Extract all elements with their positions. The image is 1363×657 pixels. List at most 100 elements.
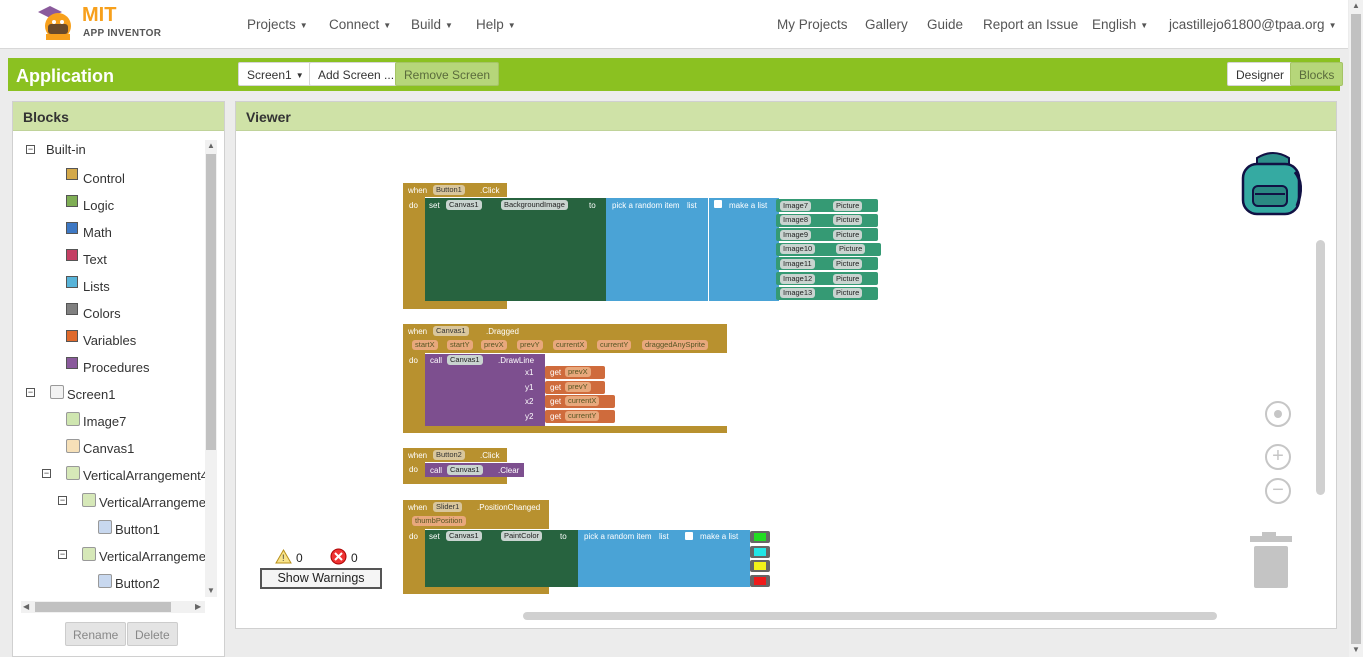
image-component-slot[interactable]: Image13: [780, 288, 816, 299]
nav-guide[interactable]: Guide: [927, 17, 963, 32]
nav-report-issue[interactable]: Report an Issue: [983, 17, 1078, 32]
image-property-slot[interactable]: Picture: [833, 229, 863, 240]
tree-button1[interactable]: Button1: [115, 522, 160, 537]
tree-category-lists[interactable]: Lists: [83, 279, 110, 294]
screen-select-dropdown[interactable]: Screen1 ▼: [238, 62, 313, 86]
image-component-slot[interactable]: Image12: [780, 273, 816, 284]
tree-category-logic[interactable]: Logic: [83, 198, 114, 213]
trash-icon[interactable]: [1248, 532, 1294, 590]
call-target-slot[interactable]: Canvas1: [447, 465, 483, 475]
param-slot[interactable]: currentY: [597, 340, 632, 350]
set-target-slot[interactable]: Canvas1: [446, 531, 482, 541]
scroll-down-icon[interactable]: ▼: [207, 586, 215, 595]
tree-image7[interactable]: Image7: [83, 414, 126, 429]
tree-scrollbar-thumb[interactable]: [206, 154, 216, 450]
collapse-icon[interactable]: −: [58, 496, 67, 505]
image-component-slot[interactable]: Image10: [780, 244, 816, 255]
tree-verticalarrangement-b[interactable]: VerticalArrangemen: [99, 549, 206, 564]
nav-gallery[interactable]: Gallery: [865, 17, 908, 32]
nav-build[interactable]: Build ▼: [411, 17, 453, 32]
blocks-workspace[interactable]: when Button1 .Click do set Canvas1 Backg…: [242, 138, 1330, 623]
blocks-button[interactable]: Blocks: [1290, 62, 1344, 86]
gear-icon[interactable]: [685, 532, 693, 540]
collapse-icon[interactable]: −: [26, 145, 35, 154]
zoom-out-icon[interactable]: −: [1265, 478, 1291, 504]
set-block[interactable]: [425, 198, 607, 301]
color-block[interactable]: [750, 531, 770, 543]
tree-builtin[interactable]: Built-in: [46, 142, 86, 157]
nav-projects[interactable]: Projects ▼: [247, 17, 308, 32]
nav-connect[interactable]: Connect ▼: [329, 17, 391, 32]
image-property-slot[interactable]: Picture: [833, 288, 863, 299]
recenter-icon[interactable]: [1265, 401, 1291, 427]
tree-screen1[interactable]: Screen1: [67, 387, 115, 402]
image-property-slot[interactable]: Picture: [833, 200, 863, 211]
tree-category-control[interactable]: Control: [83, 171, 125, 186]
color-block[interactable]: [750, 545, 770, 558]
pick-random-item-block[interactable]: [606, 198, 708, 301]
variable-name-slot[interactable]: currentX: [565, 396, 600, 406]
tree-category-variables[interactable]: Variables: [83, 333, 136, 348]
show-warnings-button[interactable]: Show Warnings: [260, 568, 382, 589]
scroll-left-icon[interactable]: ◀: [23, 602, 29, 611]
variable-name-slot[interactable]: prevY: [565, 381, 591, 392]
scroll-right-icon[interactable]: ▶: [195, 602, 201, 611]
tree-button2[interactable]: Button2: [115, 576, 160, 591]
param-slot[interactable]: thumbPosition: [412, 516, 466, 526]
tree-category-colors[interactable]: Colors: [83, 306, 121, 321]
image-component-slot[interactable]: Image9: [780, 229, 812, 240]
workspace-vertical-scrollbar[interactable]: [1316, 240, 1325, 495]
zoom-in-icon[interactable]: +: [1265, 444, 1291, 470]
image-component-slot[interactable]: Image8: [780, 215, 812, 226]
scroll-up-icon[interactable]: ▲: [1352, 1, 1360, 10]
param-slot[interactable]: prevY: [517, 340, 543, 350]
image-property-slot[interactable]: Picture: [836, 244, 866, 255]
nav-my-projects[interactable]: My Projects: [777, 17, 848, 32]
color-block[interactable]: [750, 574, 770, 587]
designer-button[interactable]: Designer: [1227, 62, 1294, 86]
tree-verticalarrangement4[interactable]: VerticalArrangement4: [83, 468, 206, 483]
call-target-slot[interactable]: Canvas1: [447, 355, 483, 365]
scroll-up-icon[interactable]: ▲: [207, 141, 215, 150]
tree-horizontal-scrollbar[interactable]: ◀ ▶: [21, 601, 205, 613]
param-slot[interactable]: currentX: [553, 340, 588, 350]
tree-category-text[interactable]: Text: [83, 252, 107, 267]
collapse-icon[interactable]: −: [58, 550, 67, 559]
collapse-icon[interactable]: −: [26, 388, 35, 397]
image-property-slot[interactable]: Picture: [833, 258, 863, 269]
page-scrollbar[interactable]: ▲ ▼: [1349, 0, 1363, 657]
component-slot[interactable]: Button1: [433, 185, 465, 195]
component-slot[interactable]: Slider1: [433, 502, 463, 512]
set-target-slot[interactable]: Canvas1: [446, 200, 482, 210]
image-property-slot[interactable]: Picture: [833, 215, 863, 226]
variable-name-slot[interactable]: currentY: [565, 410, 600, 421]
app-inventor-logo[interactable]: MIT APP INVENTOR: [36, 4, 176, 44]
rename-button[interactable]: Rename: [65, 622, 127, 646]
param-slot[interactable]: draggedAnySprite: [642, 340, 709, 350]
gear-icon[interactable]: [714, 200, 722, 208]
color-block[interactable]: [750, 560, 770, 572]
collapse-icon[interactable]: −: [42, 469, 51, 478]
tree-category-math[interactable]: Math: [83, 225, 112, 240]
workspace-horizontal-scrollbar[interactable]: [523, 612, 1217, 620]
set-property-slot[interactable]: PaintColor: [501, 531, 543, 541]
add-screen-button[interactable]: Add Screen ...: [309, 62, 404, 86]
remove-screen-button[interactable]: Remove Screen: [395, 62, 500, 86]
component-slot[interactable]: Button2: [433, 450, 465, 460]
set-property-slot[interactable]: BackgroundImage: [501, 200, 568, 210]
image-component-slot[interactable]: Image11: [780, 258, 815, 269]
nav-user-account[interactable]: jcastillejo61800@tpaa.org ▼: [1169, 17, 1336, 32]
tree-canvas1[interactable]: Canvas1: [83, 441, 134, 456]
param-slot[interactable]: startX: [412, 340, 438, 350]
param-slot[interactable]: prevX: [481, 340, 507, 350]
make-a-list-block[interactable]: [709, 198, 779, 301]
image-property-slot[interactable]: Picture: [833, 273, 863, 284]
nav-help[interactable]: Help ▼: [476, 17, 516, 32]
tree-category-procedures[interactable]: Procedures: [83, 360, 149, 375]
component-slot[interactable]: Canvas1: [433, 326, 469, 336]
scroll-down-icon[interactable]: ▼: [1352, 645, 1360, 654]
tree-vertical-scrollbar[interactable]: ▲ ▼: [205, 140, 217, 597]
tree-hscroll-thumb[interactable]: [35, 602, 171, 612]
nav-language[interactable]: English ▼: [1092, 17, 1148, 32]
page-scrollbar-thumb[interactable]: [1351, 14, 1361, 644]
